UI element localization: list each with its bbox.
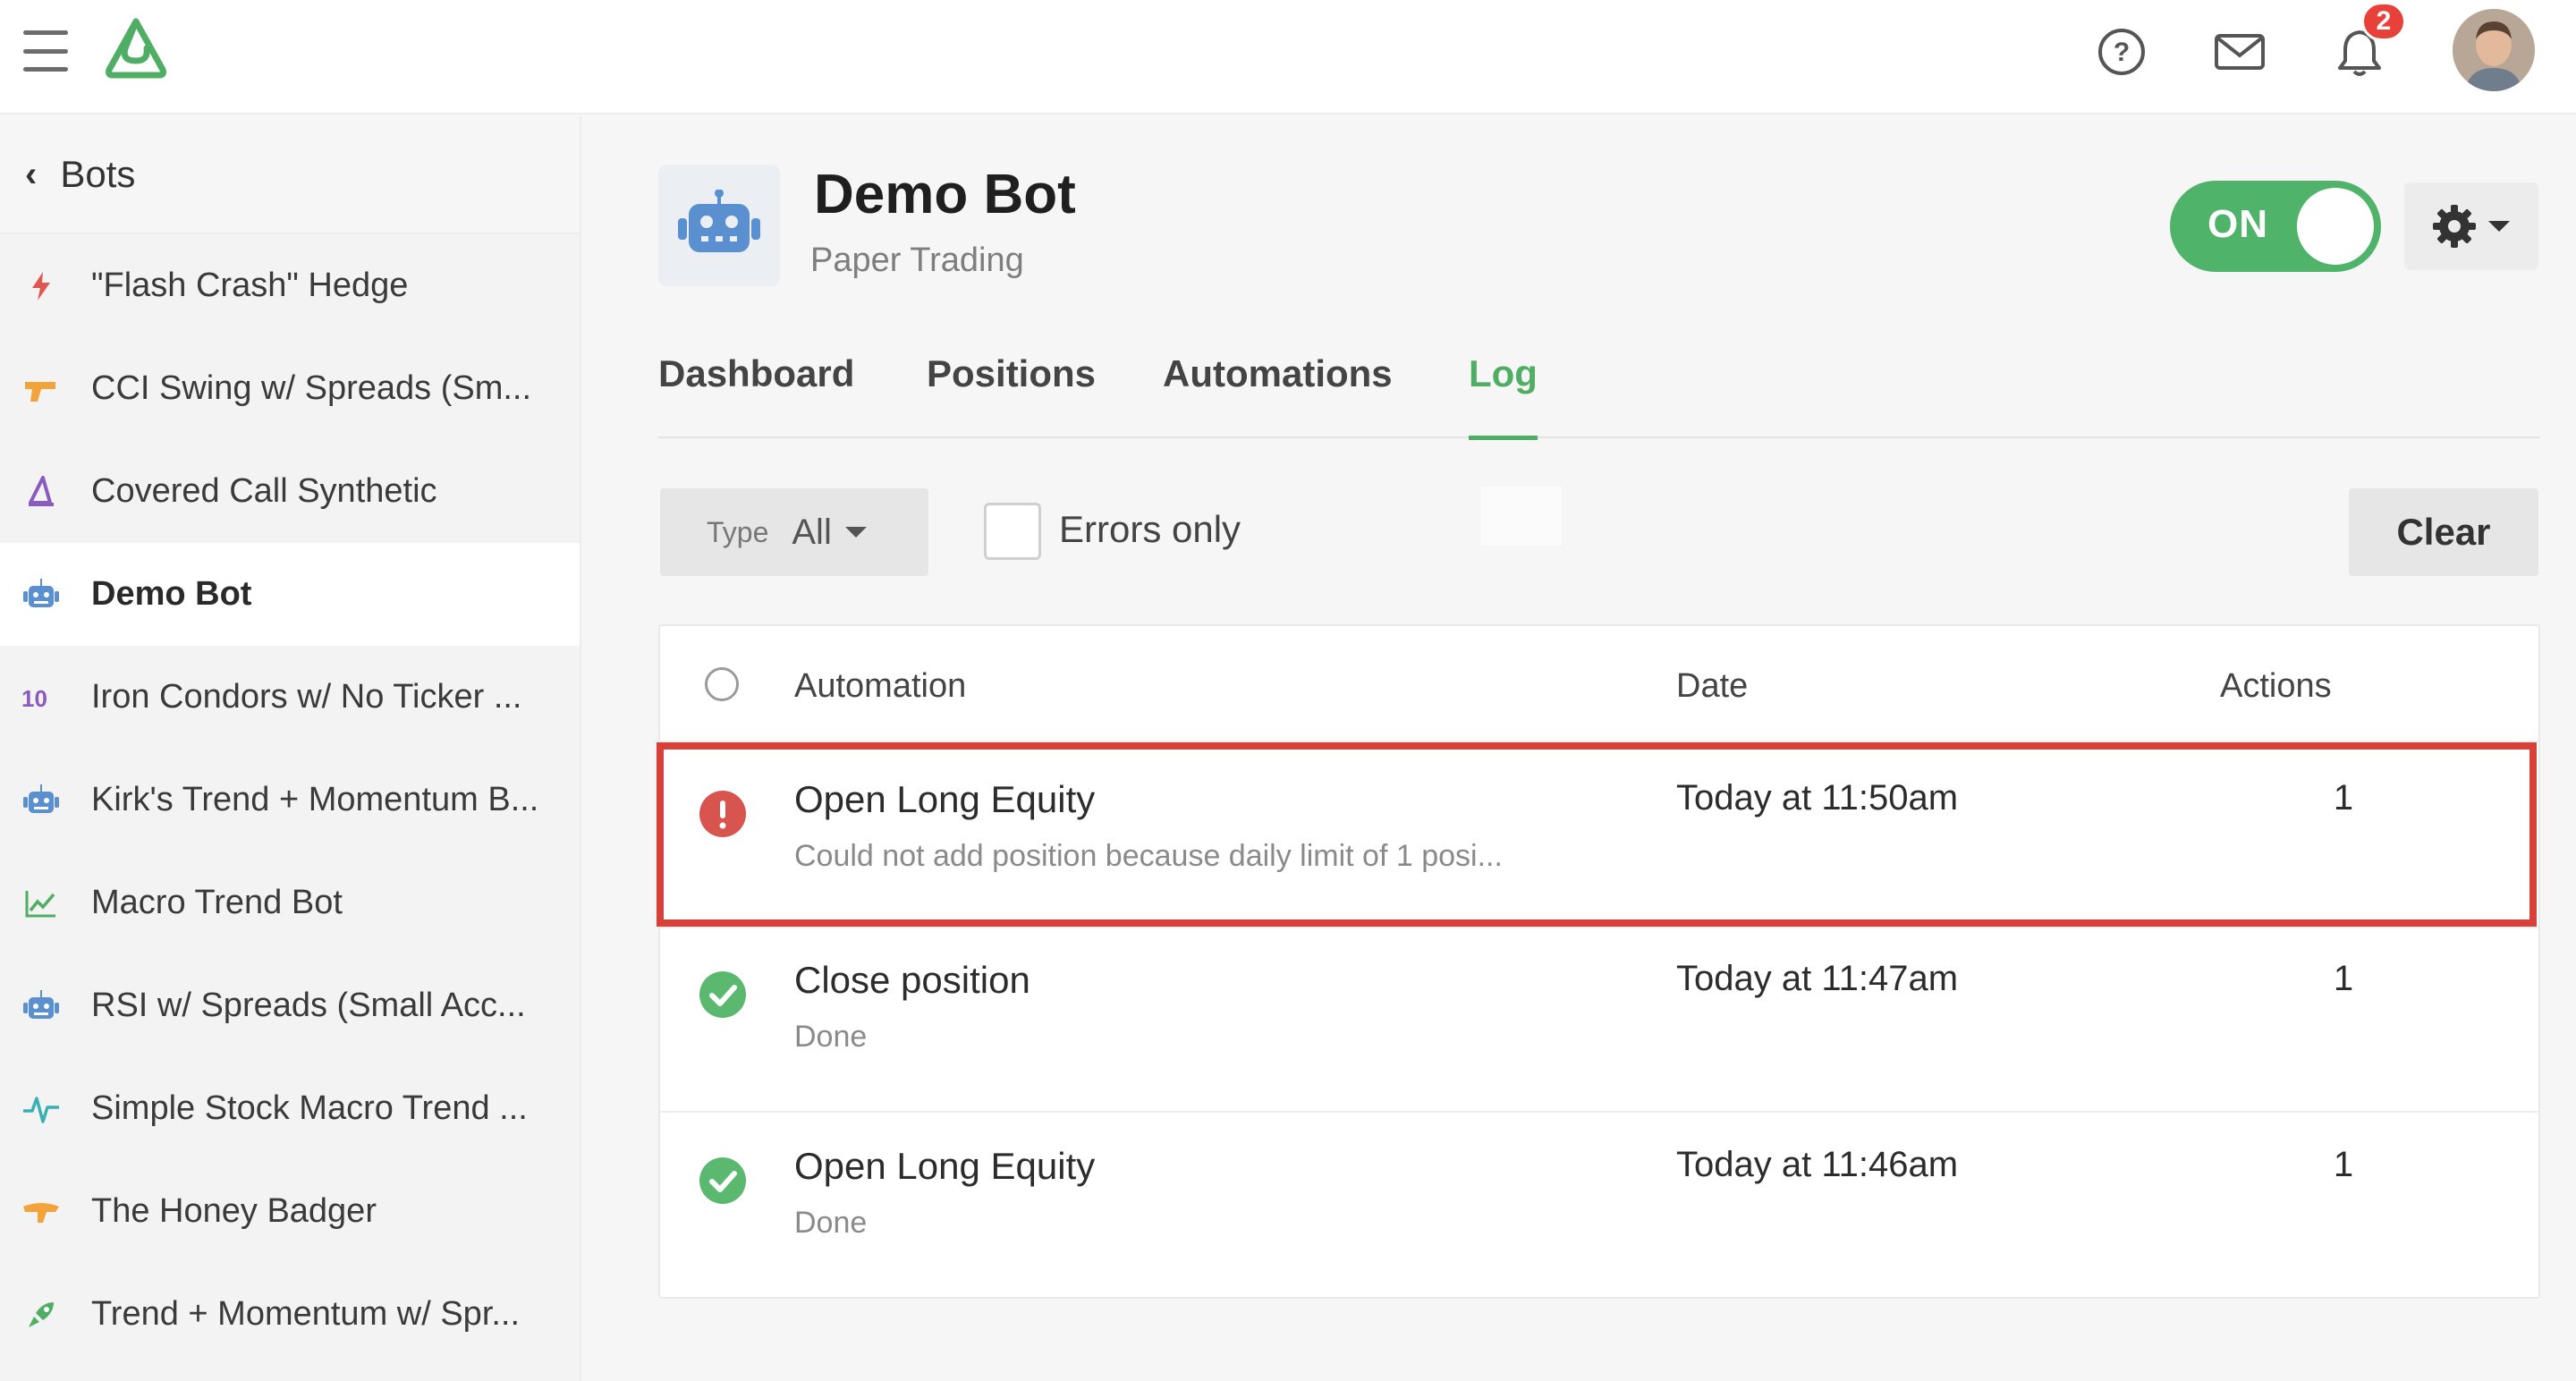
sidebar-item-label: Trend + Momentum w/ Spr...	[91, 1295, 521, 1333]
row-actions-count: 1	[2333, 778, 2354, 818]
sidebar-item-label: Kirk's Trend + Momentum B...	[91, 781, 539, 818]
sidebar-item-label: The Honey Badger	[91, 1192, 377, 1230]
menu-icon[interactable]	[23, 30, 68, 72]
help-icon[interactable]: ?	[2093, 23, 2150, 80]
check-icon	[699, 971, 746, 1018]
row-description: Done	[794, 1206, 868, 1240]
lightning-icon	[16, 261, 66, 311]
sidebar-item-bot[interactable]: Kirk's Trend + Momentum B...	[0, 749, 580, 851]
sidebar-item-label: Macro Trend Bot	[91, 884, 343, 921]
wizard-hat-icon	[16, 467, 66, 517]
bot-avatar	[658, 165, 780, 286]
sidebar-item-bot[interactable]: Trend + Momentum w/ Spr...	[0, 1263, 580, 1366]
select-all-radio[interactable]	[705, 667, 739, 701]
tab-bar: Dashboard Positions Automations Log	[658, 352, 2540, 440]
sidebar-item-bot[interactable]: Demo Bot	[0, 543, 580, 646]
type-filter-label: Type	[707, 515, 769, 548]
sidebar-item-label: Simple Stock Macro Trend ...	[91, 1089, 528, 1127]
robot-icon	[16, 981, 66, 1031]
chevron-left-icon: ‹	[25, 154, 38, 194]
sidebar-item-label: Iron Condors w/ No Ticker ...	[91, 678, 522, 716]
tab-positions[interactable]: Positions	[927, 352, 1096, 438]
back-to-bots[interactable]: ‹ Bots	[0, 116, 580, 234]
badger-icon	[16, 1187, 66, 1237]
sidebar-item-bot[interactable]: RSI w/ Spreads (Small Acc...	[0, 954, 580, 1057]
sidebar-item-label: RSI w/ Spreads (Small Acc...	[91, 987, 526, 1024]
row-automation-name: Open Long Equity	[794, 1145, 1096, 1187]
row-actions-count: 1	[2333, 959, 2354, 998]
chevron-down-icon	[2488, 221, 2510, 232]
sidebar-item-bot[interactable]: CCI Swing w/ Spreads (Sm...	[0, 337, 580, 440]
svg-text:10: 10	[21, 685, 47, 712]
check-icon	[699, 1157, 746, 1204]
row-description: Could not add position because daily lim…	[794, 839, 1503, 873]
sidebar-title: Bots	[60, 153, 136, 195]
header-automation[interactable]: Automation	[794, 667, 966, 706]
robot-icon	[16, 570, 66, 620]
sidebar: ‹ Bots "Flash Crash" Hedge CCI Swing w/ S…	[0, 116, 581, 1381]
header-actions[interactable]: Actions	[2220, 667, 2332, 706]
row-date: Today at 11:47am	[1676, 959, 1959, 998]
chart-trend-icon	[16, 878, 66, 928]
notification-badge: 2	[2361, 2, 2406, 41]
robot-icon	[678, 190, 760, 252]
errors-only-checkbox[interactable]	[984, 503, 1041, 560]
toggle-knob	[2297, 188, 2374, 265]
mail-icon[interactable]	[2211, 23, 2268, 80]
clear-button[interactable]: Clear	[2349, 488, 2538, 576]
row-date: Today at 11:46am	[1676, 1145, 1959, 1184]
sidebar-item-bot[interactable]: Simple Stock Macro Trend ...	[0, 1057, 580, 1160]
sidebar-item-bot[interactable]: "Flash Crash" Hedge	[0, 234, 580, 337]
svg-text:?: ?	[2114, 38, 2130, 67]
sidebar-item-bot[interactable]: The Honey Badger	[0, 1160, 580, 1263]
row-automation-name: Close position	[794, 959, 1030, 1001]
settings-button[interactable]	[2404, 182, 2538, 270]
row-actions-count: 1	[2333, 1145, 2354, 1184]
sidebar-item-label: "Flash Crash" Hedge	[91, 267, 409, 304]
user-avatar[interactable]	[2453, 9, 2535, 91]
blank-area	[1481, 487, 1562, 546]
bot-mode: Paper Trading	[810, 241, 1024, 279]
row-date: Today at 11:50am	[1676, 778, 1959, 818]
table-row[interactable]: Open Long Equity Could not add position …	[660, 744, 2538, 928]
bot-on-toggle[interactable]: ON	[2170, 181, 2381, 272]
tab-dashboard[interactable]: Dashboard	[658, 352, 854, 438]
table-row[interactable]: Close position Done Today at 11:47am 1	[660, 928, 2538, 1113]
log-table: Automation Date Actions Open Long Equity…	[658, 624, 2540, 1299]
table-row[interactable]: Open Long Equity Done Today at 11:46am 1	[660, 1113, 2538, 1297]
top-bar: ? 2	[0, 0, 2576, 114]
bot-list: "Flash Crash" Hedge CCI Swing w/ Spreads …	[0, 234, 580, 1366]
errors-only-label[interactable]: Errors only	[1059, 508, 1241, 551]
type-filter-dropdown[interactable]: Type All	[660, 488, 928, 576]
row-automation-name: Open Long Equity	[794, 778, 1096, 820]
rocket-icon	[16, 1290, 66, 1340]
toggle-label: ON	[2207, 202, 2268, 246]
bot-name: Demo Bot	[814, 164, 1076, 225]
sidebar-item-label: CCI Swing w/ Spreads (Sm...	[91, 369, 532, 407]
ten-four-icon: 10	[16, 673, 66, 723]
tab-log[interactable]: Log	[1469, 352, 1538, 440]
row-description: Done	[794, 1020, 868, 1054]
sidebar-item-bot[interactable]: 10 Iron Condors w/ No Ticker ...	[0, 646, 580, 749]
app-logo[interactable]	[100, 16, 172, 80]
sidebar-item-bot[interactable]: Covered Call Synthetic	[0, 440, 580, 543]
table-header: Automation Date Actions	[660, 626, 2538, 742]
caret-down-icon	[844, 527, 867, 538]
sidebar-item-label: Demo Bot	[91, 575, 252, 613]
pulse-icon	[16, 1084, 66, 1134]
robot-icon	[16, 775, 66, 826]
type-filter-value: All	[792, 512, 832, 552]
gear-icon	[2433, 205, 2476, 248]
sidebar-item-bot[interactable]: Macro Trend Bot	[0, 851, 580, 954]
error-icon	[699, 791, 746, 837]
pistol-icon	[16, 364, 66, 414]
tab-automations[interactable]: Automations	[1163, 352, 1393, 438]
header-date[interactable]: Date	[1676, 667, 1748, 706]
sidebar-item-label: Covered Call Synthetic	[91, 472, 437, 510]
